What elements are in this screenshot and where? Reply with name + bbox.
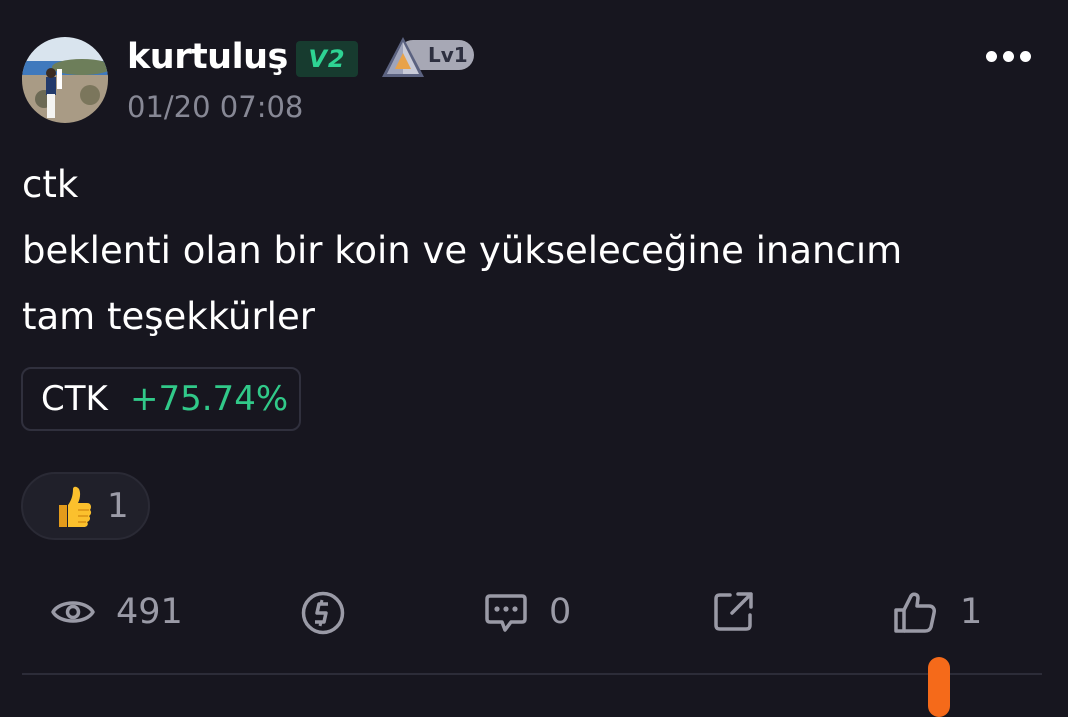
coin-symbol: CTK bbox=[41, 379, 108, 419]
scroll-indicator bbox=[928, 657, 950, 717]
views-count: 491 bbox=[116, 592, 183, 632]
reaction-count: 1 bbox=[107, 486, 129, 526]
post-content-line: tam teşekkürler bbox=[22, 295, 315, 338]
thumbs-up-emoji-icon bbox=[59, 486, 92, 527]
comment-count: 0 bbox=[549, 592, 572, 632]
avatar[interactable] bbox=[22, 37, 108, 123]
post-timestamp: 01/20 07:08 bbox=[127, 90, 304, 124]
share-button[interactable] bbox=[712, 588, 756, 636]
eye-icon bbox=[51, 601, 95, 623]
vip-badge: V2 bbox=[296, 41, 358, 77]
more-dot bbox=[1020, 51, 1031, 62]
more-options-button[interactable] bbox=[978, 40, 1038, 74]
level-badge: Lv1 bbox=[380, 35, 476, 79]
more-dot bbox=[986, 51, 997, 62]
tip-button[interactable] bbox=[300, 588, 346, 636]
like-count: 1 bbox=[960, 592, 983, 632]
avatar-photo bbox=[22, 37, 108, 123]
post-card: kurtuluş V2 Lv1 01/20 07:08 ctk beklenti… bbox=[0, 0, 1068, 717]
views-stat: 491 bbox=[50, 588, 190, 636]
post-content: ctk beklenti olan bir koin ve yükseleceğ… bbox=[22, 152, 1022, 350]
post-content-line: ctk bbox=[22, 163, 79, 206]
coin-change: +75.74% bbox=[130, 379, 289, 419]
coin-tip-icon bbox=[301, 591, 345, 635]
author-name[interactable]: kurtuluş bbox=[127, 33, 288, 81]
level-label: Lv1 bbox=[428, 43, 468, 67]
post-divider bbox=[22, 673, 1042, 675]
post-content-line: beklenti olan bir koin ve yükseleceğine … bbox=[22, 229, 903, 272]
reaction-chip[interactable]: 1 bbox=[21, 472, 150, 540]
more-dot bbox=[1003, 51, 1014, 62]
comment-icon bbox=[485, 594, 527, 632]
comment-button[interactable]: 0 bbox=[484, 588, 584, 636]
share-icon bbox=[714, 592, 753, 631]
coin-tag[interactable]: CTK +75.74% bbox=[21, 367, 301, 431]
like-button[interactable]: 1 bbox=[892, 588, 992, 636]
thumbs-up-icon bbox=[894, 592, 936, 633]
level-triangle-icon bbox=[382, 37, 424, 77]
